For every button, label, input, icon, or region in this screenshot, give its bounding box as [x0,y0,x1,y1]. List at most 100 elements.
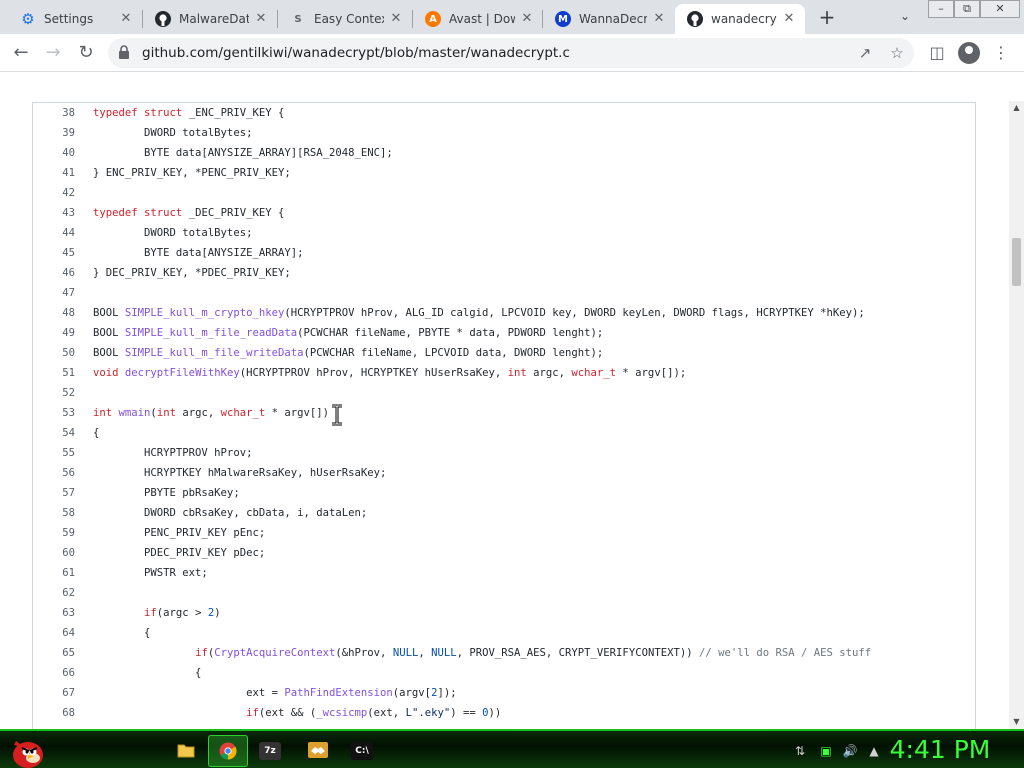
taskbar-clock[interactable]: 4:41 PM [884,733,996,767]
line-number[interactable]: 55 [33,443,75,463]
line-number[interactable]: 44 [33,223,75,243]
code-text: ext = PathFindExtension(argv[2]); [93,687,457,699]
menu-kebab-icon[interactable]: ⋮ [990,42,1012,64]
scrollbar-thumb[interactable] [1012,238,1021,286]
tab-title[interactable]: wanadecrypt [711,12,777,26]
tab-4[interactable]: A Avast | Down ✕ [413,4,543,34]
back-arrow-icon[interactable]: ← [8,40,34,66]
line-number[interactable]: 51 [33,363,75,383]
browser-toolbar: ← → ↻ github.com/gentilkiwi/wanadecrypt/… [0,34,1024,72]
code-text: PDEC_PRIV_KEY pDec; [93,547,266,559]
side-panel-icon[interactable]: ◫ [926,42,948,64]
code-text: if(ext && (_wcsicmp(ext, L".eky") == 0)) [246,707,502,719]
code-line: 47 [33,283,973,303]
scroll-up-arrow-icon[interactable]: ▲ [1009,101,1024,115]
restore-icon[interactable]: ⧉ [954,0,980,18]
lock-icon[interactable] [118,45,132,61]
line-number[interactable]: 48 [33,303,75,323]
scroll-down-arrow-icon[interactable]: ▼ [1009,715,1024,729]
tray-network-icon[interactable]: ⇅ [792,743,808,759]
tab-3[interactable]: S Easy Context ✕ [278,4,412,34]
tab-title[interactable]: WannaDecry [579,12,647,26]
line-number[interactable]: 52 [33,383,75,403]
line-number[interactable]: 63 [33,603,75,623]
line-number[interactable]: 60 [33,543,75,563]
line-number[interactable]: 58 [33,503,75,523]
taskbar-item-2[interactable] [208,735,248,767]
forward-arrow-icon[interactable]: → [40,40,66,66]
page-content: 38 typedef struct _ENC_PRIV_KEY {39 DWORD… [0,73,1024,729]
line-number[interactable]: 65 [33,643,75,663]
minimize-icon[interactable]: – [928,0,954,18]
line-number[interactable]: 47 [33,283,75,303]
line-number[interactable]: 53 [33,403,75,423]
tab-2[interactable]: MalwareData ✕ [143,4,277,34]
tab-title[interactable]: Settings [44,12,114,26]
line-number[interactable]: 57 [33,483,75,503]
line-number[interactable]: 59 [33,523,75,543]
code-text: if(CryptAcquireContext(&hProv, NULL, NUL… [195,647,872,659]
line-number[interactable]: 54 [33,423,75,443]
url-text[interactable]: github.com/gentilkiwi/wanadecrypt/blob/m… [142,45,570,61]
tab-close-icon[interactable]: ✕ [253,11,269,27]
line-number[interactable]: 46 [33,263,75,283]
code-line: 52 [33,383,973,403]
address-bar[interactable]: github.com/gentilkiwi/wanadecrypt/blob/m… [108,38,914,68]
code-text: HCRYPTKEY hMalwareRsaKey, hUserRsaKey; [93,467,387,479]
line-number[interactable]: 39 [33,123,75,143]
share-icon[interactable]: ↗ [856,44,874,62]
bookmark-star-icon[interactable]: ☆ [888,44,906,62]
tab-close-icon[interactable]: ✕ [651,11,667,27]
tab-close-icon[interactable]: ✕ [519,11,535,27]
taskbar-item-1[interactable] [166,735,206,767]
line-number[interactable]: 68 [33,703,75,723]
code-line: 62 [33,583,973,603]
code-text: void decryptFileWithKey(HCRYPTPROV hProv… [93,367,687,379]
new-tab-button[interactable]: + [815,6,839,30]
tab-title[interactable]: MalwareData [179,12,249,26]
line-number[interactable]: 42 [33,183,75,203]
tray-monitor-icon[interactable]: ▣ [818,743,834,759]
taskbar-item-4[interactable] [297,735,337,767]
line-number[interactable]: 61 [33,563,75,583]
code-line: 59 PENC_PRIV_KEY pEnc; [33,523,973,543]
reload-icon[interactable]: ↻ [73,40,99,66]
tab-5[interactable]: M WannaDecry ✕ [543,4,675,34]
tab-search-chevron-icon[interactable]: ⌄ [895,6,915,26]
code-line: 44 DWORD totalBytes; [33,223,973,243]
line-number[interactable]: 43 [33,203,75,223]
taskbar-item-5[interactable]: C:\ [342,735,382,767]
line-number[interactable]: 45 [33,243,75,263]
tab-close-icon[interactable]: ✕ [781,11,797,27]
code-text: } ENC_PRIV_KEY, *PENC_PRIV_KEY; [93,167,291,179]
line-number[interactable]: 49 [33,323,75,343]
tab-close-icon[interactable]: ✕ [118,11,134,27]
line-number[interactable]: 40 [33,143,75,163]
s-logo-icon: S [294,13,302,25]
close-window-icon[interactable]: ✕ [980,0,1020,18]
line-number[interactable]: 67 [33,683,75,703]
code-line: 40 BYTE data[ANYSIZE_ARRAY][RSA_2048_ENC… [33,143,973,163]
profile-avatar-icon[interactable] [958,42,980,64]
line-number[interactable]: 38 [33,103,75,123]
taskbar-item-3[interactable]: 7z [250,735,290,767]
github-icon [155,11,171,27]
tab-title[interactable]: Avast | Down [449,12,515,26]
code-text: { [93,427,100,439]
page-scrollbar[interactable]: ▲ ▼ [1009,101,1024,729]
line-number[interactable]: 66 [33,663,75,683]
line-number[interactable]: 62 [33,583,75,603]
line-number[interactable]: 56 [33,463,75,483]
start-button-angry-bird-icon[interactable] [6,731,46,770]
line-number[interactable]: 64 [33,623,75,643]
tab-title[interactable]: Easy Context [314,12,384,26]
tray-expand-icon[interactable]: ▲ [866,743,882,759]
tab-close-icon[interactable]: ✕ [388,11,404,27]
code-line: 63 if(argc > 2) [33,603,973,623]
line-number[interactable]: 41 [33,163,75,183]
tab-6[interactable]: wanadecrypt ✕ [675,4,805,34]
tab-1[interactable]: ⚙ Settings ✕ [8,4,142,34]
tray-volume-icon[interactable]: 🔊 [842,743,858,759]
line-number[interactable]: 50 [33,343,75,363]
code-line: 49 BOOL SIMPLE_kull_m_file_readData(PCWCH… [33,323,973,343]
